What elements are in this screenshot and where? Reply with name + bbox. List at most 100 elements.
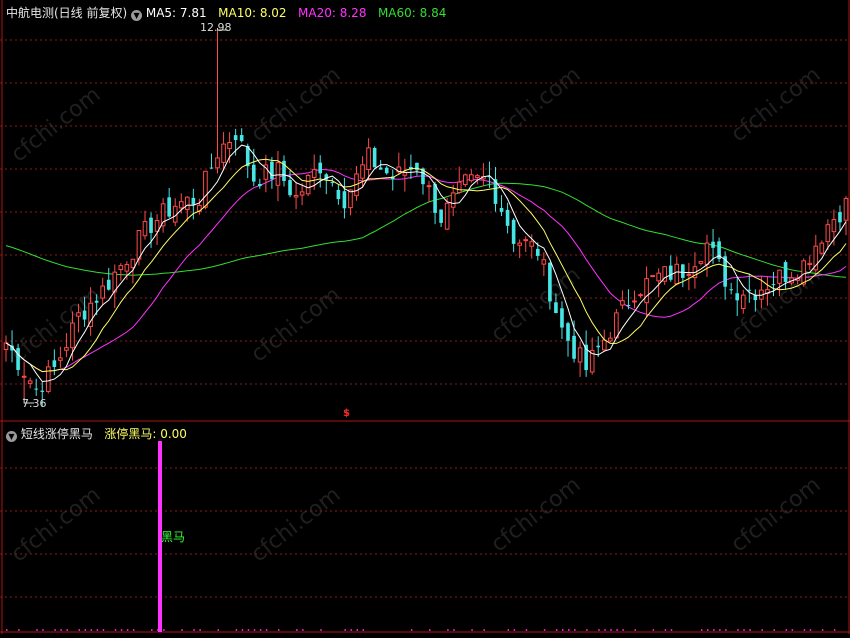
candle-body bbox=[783, 262, 788, 282]
candle-body bbox=[740, 294, 746, 310]
stock-title[interactable]: 中航电测(日线 前复权) bbox=[6, 6, 127, 20]
zero-tick bbox=[362, 629, 365, 631]
zero-tick bbox=[719, 629, 721, 631]
candle-body bbox=[94, 300, 99, 303]
zero-tick bbox=[568, 629, 570, 631]
candle-body bbox=[698, 261, 704, 264]
zero-tick bbox=[6, 629, 8, 631]
zero-tick bbox=[217, 629, 220, 631]
grid-lines bbox=[0, 0, 850, 634]
watermark-text: cfchi.com bbox=[247, 482, 346, 567]
candle-body bbox=[118, 265, 124, 271]
candle-body bbox=[82, 310, 87, 320]
candle-body bbox=[771, 284, 776, 286]
zero-tick bbox=[483, 629, 485, 631]
zero-tick bbox=[743, 629, 745, 631]
candle-body bbox=[270, 161, 274, 180]
candle-body bbox=[184, 196, 190, 210]
low-price-label: 7.36 bbox=[22, 397, 47, 410]
candle-body bbox=[535, 248, 540, 256]
candlesticks bbox=[3, 28, 849, 407]
candle-body bbox=[64, 347, 69, 351]
candle-body bbox=[499, 207, 504, 212]
candle-body bbox=[548, 262, 552, 302]
candle-body bbox=[178, 201, 184, 209]
zero-tick bbox=[749, 629, 751, 631]
candle-body bbox=[142, 221, 148, 237]
candle-body bbox=[209, 167, 214, 169]
candle-body bbox=[27, 380, 33, 384]
zero-tick bbox=[320, 629, 322, 631]
zero-tick bbox=[785, 629, 788, 631]
candle-body bbox=[511, 219, 516, 244]
candle-body bbox=[517, 242, 522, 246]
candle-body bbox=[801, 260, 807, 285]
kline-chart[interactable]: cfchi.com cfchi.com cfchi.com cfchi.com cfch… bbox=[0, 0, 850, 634]
chevron-down-icon[interactable]: ▼ bbox=[6, 431, 17, 442]
candle-body bbox=[149, 217, 153, 233]
candle-body bbox=[402, 172, 408, 176]
zero-tick bbox=[277, 629, 280, 631]
zero-tick bbox=[247, 629, 250, 631]
zero-tick bbox=[809, 629, 812, 631]
event-marker[interactable]: $ bbox=[343, 408, 350, 419]
zero-tick bbox=[157, 629, 159, 631]
watermark-text: cfchi.com bbox=[7, 482, 106, 567]
candle-body bbox=[293, 194, 299, 198]
zero-tick bbox=[253, 629, 256, 631]
candle-body bbox=[566, 323, 570, 341]
zero-tick bbox=[132, 629, 135, 631]
zero-tick bbox=[84, 629, 87, 631]
candle-body bbox=[626, 304, 631, 306]
candle-body bbox=[348, 189, 353, 209]
candle-body bbox=[686, 273, 692, 276]
zero-tick bbox=[120, 629, 123, 631]
zero-tick bbox=[700, 629, 703, 631]
candle-body bbox=[608, 337, 613, 342]
candle-body bbox=[16, 348, 20, 370]
ma10-label: MA10: bbox=[218, 6, 256, 20]
candle-body bbox=[426, 185, 432, 188]
zero-tick bbox=[265, 629, 268, 631]
candle-body bbox=[462, 174, 468, 186]
zero-tick bbox=[54, 629, 56, 631]
candle-body bbox=[469, 174, 474, 182]
candle-body bbox=[233, 135, 238, 141]
zero-tick bbox=[507, 629, 510, 631]
candle-body bbox=[711, 241, 715, 248]
zero-tick bbox=[344, 629, 346, 631]
indicator-name[interactable]: 短线涨停黑马 bbox=[21, 427, 93, 441]
zero-tick bbox=[199, 629, 201, 631]
candle-body bbox=[227, 142, 232, 150]
watermark-text: cfchi.com bbox=[487, 262, 586, 347]
candle-body bbox=[601, 339, 607, 351]
watermark-text: cfchi.com bbox=[487, 62, 586, 147]
ma10-value: 8.02 bbox=[259, 6, 287, 20]
candle-body bbox=[439, 209, 443, 223]
candle-body bbox=[577, 347, 583, 363]
candle-body bbox=[288, 180, 292, 196]
watermark-text: cfchi.com bbox=[7, 82, 106, 167]
candle-body bbox=[596, 345, 601, 348]
candle-body bbox=[838, 212, 842, 223]
zero-tick bbox=[36, 629, 38, 631]
zero-tick bbox=[302, 629, 304, 631]
zero-tick bbox=[622, 629, 624, 631]
candle-body bbox=[638, 294, 643, 297]
watermark-text: cfchi.com bbox=[487, 472, 586, 557]
ma5-label: MA5: bbox=[145, 6, 177, 20]
candle-body bbox=[831, 219, 837, 233]
zero-tick bbox=[713, 629, 715, 631]
zero-tick bbox=[604, 629, 606, 631]
zero-tick bbox=[598, 629, 600, 631]
chevron-down-icon[interactable]: ▼ bbox=[131, 10, 143, 21]
candle-body bbox=[560, 308, 564, 328]
zero-tick bbox=[447, 629, 449, 631]
candle-body bbox=[433, 184, 437, 213]
zero-tick bbox=[773, 629, 775, 631]
candle-body bbox=[130, 258, 136, 269]
zero-tick bbox=[296, 629, 298, 631]
candle-body bbox=[318, 162, 323, 174]
zero-tick bbox=[181, 629, 183, 631]
zero-tick bbox=[78, 629, 81, 631]
